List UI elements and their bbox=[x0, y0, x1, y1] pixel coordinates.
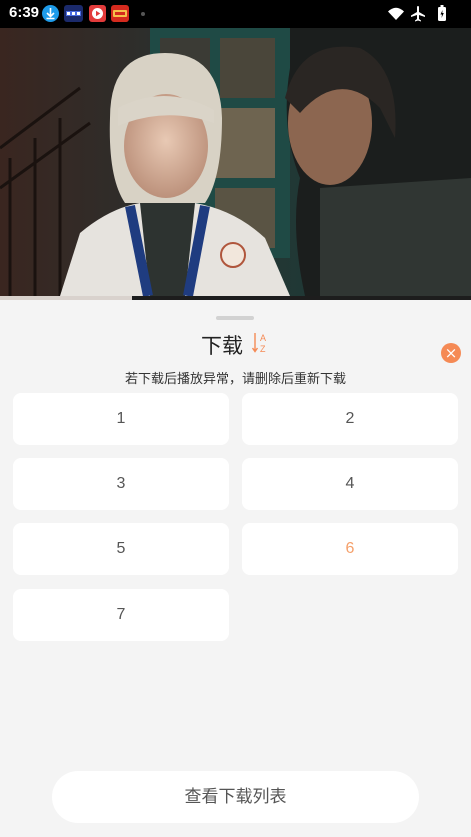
notification-dot bbox=[141, 12, 145, 16]
sheet-drag-handle[interactable] bbox=[216, 316, 254, 320]
airplane-icon bbox=[411, 6, 425, 22]
system-status-icons bbox=[387, 4, 457, 28]
episode-button-7[interactable]: 7 bbox=[13, 589, 229, 641]
red-app-icon bbox=[111, 5, 129, 22]
episode-button-5[interactable]: 5 bbox=[13, 523, 229, 575]
status-bar: 6:39 bbox=[0, 0, 471, 28]
svg-text:Z: Z bbox=[260, 344, 266, 354]
episode-button-6[interactable]: 6 bbox=[242, 523, 458, 575]
episode-button-3[interactable]: 3 bbox=[13, 458, 229, 510]
video-app-icon bbox=[89, 5, 106, 22]
view-download-list-button[interactable]: 查看下载列表 bbox=[52, 771, 419, 823]
sheet-title: 下载 bbox=[200, 334, 243, 358]
episode-button-1[interactable]: 1 bbox=[13, 393, 229, 445]
status-time: 6:39 bbox=[9, 4, 40, 21]
battery-icon bbox=[438, 5, 446, 21]
wifi-icon bbox=[388, 7, 404, 20]
download-notice: 若下载后播放异常，请删除后重新下载 bbox=[124, 372, 346, 387]
video-player[interactable] bbox=[0, 28, 471, 296]
svg-text:A: A bbox=[260, 333, 266, 343]
video-frame-image bbox=[0, 28, 471, 296]
episode-button-4[interactable]: 4 bbox=[242, 458, 458, 510]
sheet-header: 下载 A Z bbox=[0, 330, 471, 360]
episode-button-2[interactable]: 2 bbox=[242, 393, 458, 445]
sort-order-icon[interactable]: A Z bbox=[251, 331, 270, 359]
close-icon[interactable]: × bbox=[441, 343, 461, 363]
episode-grid: 1 2 3 4 5 6 7 bbox=[0, 393, 471, 653]
download-app-icon bbox=[42, 5, 59, 22]
news-app-icon bbox=[64, 5, 83, 22]
